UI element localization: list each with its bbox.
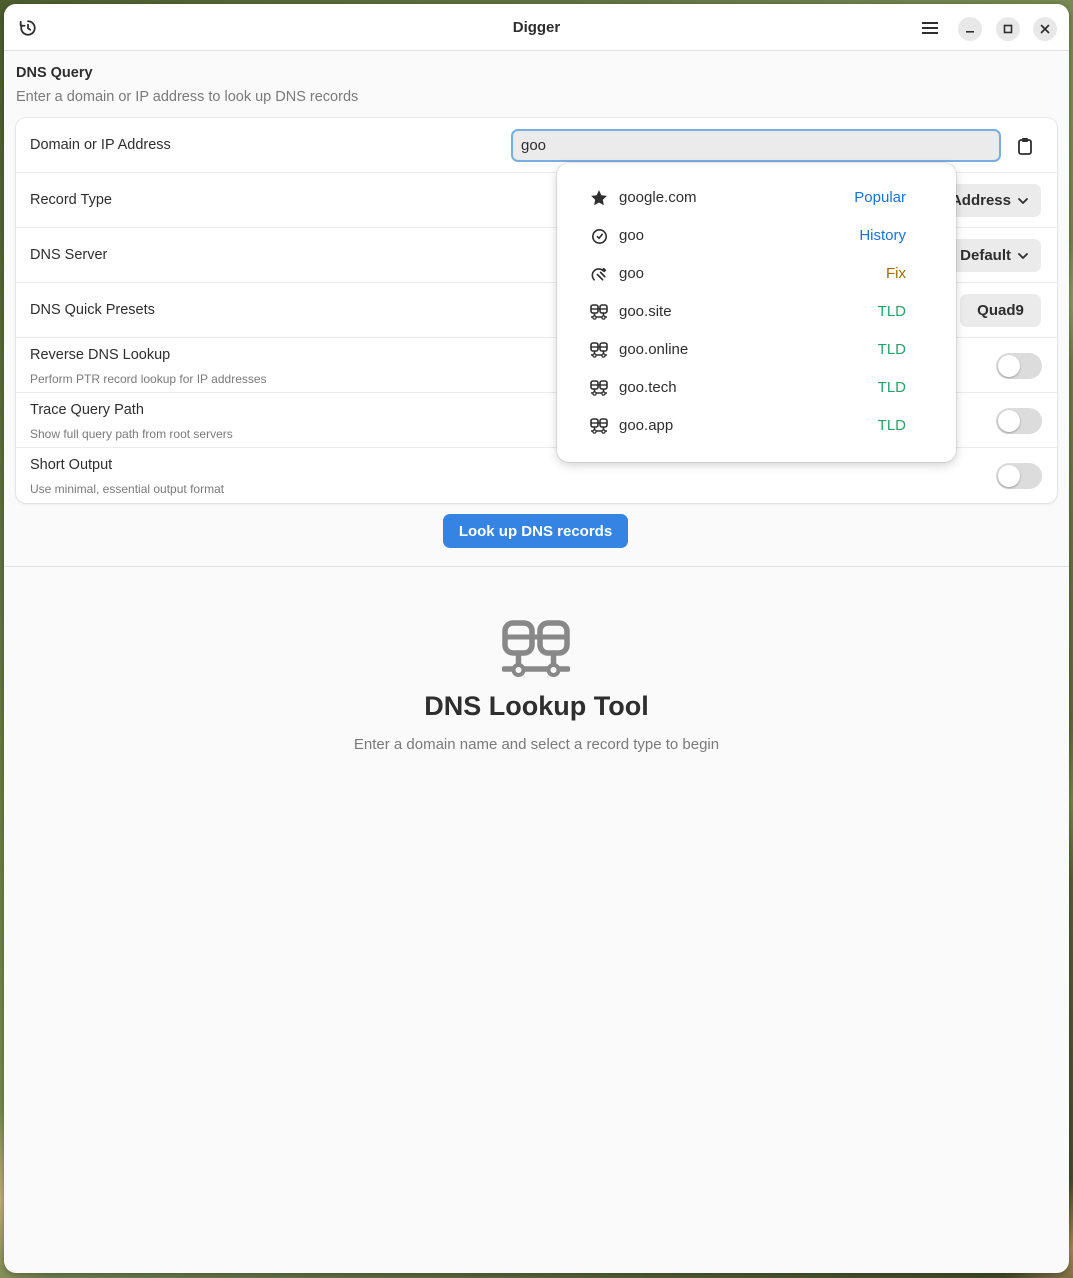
suggestion-tag: TLD [877, 341, 906, 358]
network-icon [590, 341, 608, 359]
reverse-dns-label: Reverse DNS Lookup [30, 347, 171, 363]
suggestion-item[interactable]: goo Fix [557, 255, 956, 293]
divider [4, 566, 1069, 567]
suggestion-item[interactable]: goo.tech TLD [557, 369, 956, 407]
trace-label: Trace Query Path [30, 402, 144, 418]
minimize-icon [966, 31, 974, 33]
status-title: DNS Lookup Tool [424, 691, 649, 721]
record-type-label: Record Type [30, 192, 112, 208]
paste-button[interactable] [1012, 133, 1038, 159]
suggestion-tag: TLD [877, 379, 906, 396]
app-window: Digger DNS Query Enter a domain or IP ad… [4, 4, 1069, 1273]
close-button[interactable] [1033, 17, 1057, 41]
section-title: DNS Query [16, 65, 93, 81]
short-output-switch[interactable] [996, 463, 1042, 489]
suggestion-text: goo [619, 227, 645, 244]
suggestion-item[interactable]: goo.app TLD [557, 407, 956, 445]
maximize-button[interactable] [996, 17, 1020, 41]
suggestion-text: google.com [619, 189, 697, 206]
preset-quad9-button[interactable]: Quad9 [960, 294, 1041, 327]
switch-knob [998, 410, 1020, 432]
window-title: Digger [512, 19, 561, 36]
close-icon [1040, 24, 1050, 34]
suggestion-text: goo.site [619, 303, 672, 320]
network-icon [590, 303, 608, 321]
switch-knob [998, 465, 1020, 487]
suggestion-item[interactable]: goo.site TLD [557, 293, 956, 331]
domain-label: Domain or IP Address [30, 137, 171, 153]
suggestion-text: goo.tech [619, 379, 677, 396]
star-icon [590, 189, 608, 207]
main-menu-button[interactable] [916, 15, 944, 41]
suggestion-tag: Fix [886, 265, 906, 282]
clock-icon [590, 227, 608, 245]
clipboard-icon [1018, 138, 1032, 155]
trace-subtitle: Show full query path from root servers [30, 427, 233, 441]
header-bar: Digger [4, 4, 1069, 51]
switch-knob [998, 355, 1020, 377]
maximize-icon [1003, 24, 1013, 34]
suggestion-text: goo [619, 265, 645, 282]
suggestion-text: goo.app [619, 417, 674, 434]
dns-server-value: Default [960, 247, 1011, 264]
hamburger-icon [922, 22, 938, 34]
reverse-dns-switch[interactable] [996, 353, 1042, 379]
domain-input[interactable]: goo [511, 129, 1001, 162]
dns-lookup-icon [502, 620, 570, 677]
presets-label: DNS Quick Presets [30, 302, 155, 318]
dns-server-label: DNS Server [30, 247, 108, 263]
chevron-down-icon [1018, 197, 1028, 204]
trace-switch[interactable] [996, 408, 1042, 434]
suggestion-item[interactable]: goo.online TLD [557, 331, 956, 369]
section-description: Enter a domain or IP address to look up … [16, 89, 359, 105]
network-icon [590, 379, 608, 397]
suggestion-item[interactable]: goo History [557, 217, 956, 255]
lookup-button[interactable]: Look up DNS records [443, 514, 628, 548]
suggestion-tag: Popular [854, 189, 906, 206]
suggestion-item[interactable]: google.com Popular [557, 179, 956, 217]
network-icon [590, 417, 608, 435]
suggestion-tag: History [859, 227, 906, 244]
status-description: Enter a domain name and select a record … [353, 736, 720, 753]
minimize-button[interactable] [958, 17, 982, 41]
reverse-dns-subtitle: Perform PTR record lookup for IP address… [30, 372, 267, 386]
chevron-down-icon [1018, 252, 1028, 259]
suggestion-tag: TLD [877, 417, 906, 434]
suggestion-text: goo.online [619, 341, 689, 358]
suggestion-tag: TLD [877, 303, 906, 320]
short-output-subtitle: Use minimal, essential output format [30, 482, 225, 496]
fix-icon [590, 265, 608, 283]
record-type-value: Address [950, 192, 1011, 209]
autocomplete-popover: google.com Popular goo History goo Fix g… [557, 163, 956, 462]
short-output-label: Short Output [30, 457, 113, 473]
